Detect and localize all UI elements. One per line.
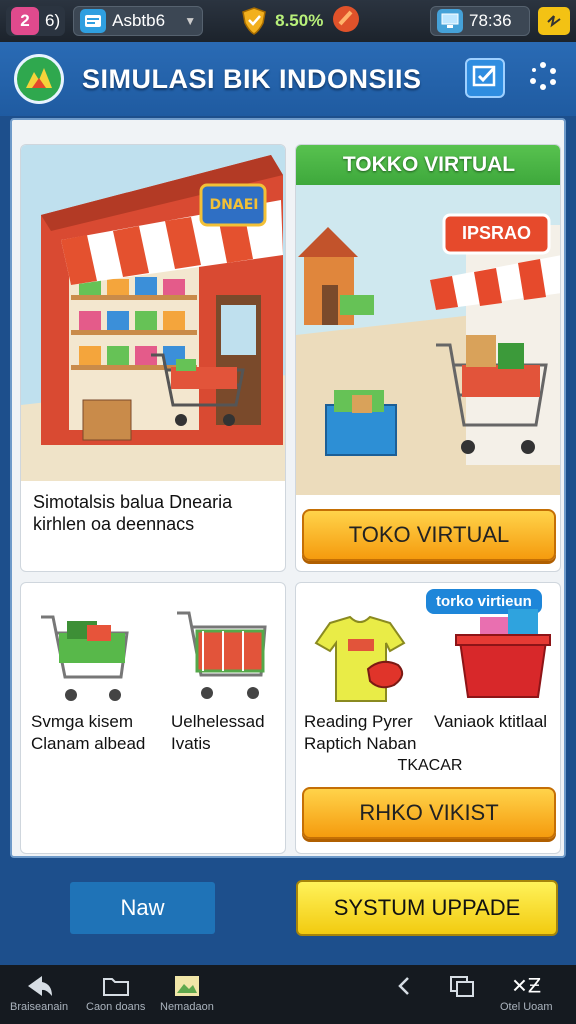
nav-item-docs[interactable]: Caon doans xyxy=(86,971,145,1013)
store-sign: DNAEI xyxy=(209,197,259,213)
account-label: Asbtb6 xyxy=(112,11,166,30)
cart-right-caption-line1: Uelhelessad xyxy=(171,712,265,731)
nav-item-media[interactable]: Nemadaon xyxy=(160,971,214,1013)
toko-virtual-button-label: TOKO VIRTUAL xyxy=(348,522,510,547)
cart-left-caption-line2: Clanam albead xyxy=(31,734,146,753)
spinner-icon xyxy=(528,61,558,96)
nav-back-button[interactable] xyxy=(386,971,422,1001)
time-chip: 78:36 xyxy=(430,6,530,36)
percent-readout: 8.50% xyxy=(275,11,324,30)
store-caption-line1: Simotalsis balua Dnearia xyxy=(33,492,233,512)
toko-title-bar: TOKKO VIRTUAL xyxy=(296,145,560,185)
store-card[interactable]: DNAEI Simotalsis balua Dnearia kirhlen o… xyxy=(20,144,286,572)
toko-title: TOKKO VIRTUAL xyxy=(342,153,516,176)
new-button[interactable]: Naw xyxy=(70,882,215,934)
card-icon xyxy=(80,9,107,33)
nav-item-docs-label: Caon doans xyxy=(86,1001,146,1013)
rhko-vikist-button-label: RHKO VIKIST xyxy=(359,800,499,825)
loading-button[interactable] xyxy=(523,58,563,98)
cart-right-illustration xyxy=(173,603,273,713)
system-update-button[interactable]: SYSTUM UPPADE xyxy=(296,880,558,936)
product-left-caption-line1: Reading Pyrer xyxy=(304,712,413,731)
nav-windows-button[interactable] xyxy=(444,971,480,1001)
carts-card[interactable]: Svmga kisem Clanam albead Uelhelessad Iv… xyxy=(20,582,286,854)
notification-sub: 6) xyxy=(45,11,61,30)
status-bar: 2 6) Asbtb6 ▼ 8.50% 78:36 xyxy=(0,0,576,42)
store-illustration: DNAEI xyxy=(21,145,285,481)
page-title: SIMULASI BIK INDONSIIS xyxy=(82,63,422,94)
battery-icon[interactable] xyxy=(538,7,570,35)
bottom-navbar: Braiseanain Caon doans Nemadaon ✕Ƶ Otel … xyxy=(0,965,576,1024)
product-center-caption-text: TKACAR xyxy=(397,757,463,774)
notification-badge: 2 xyxy=(11,7,39,35)
product-left-caption: Reading Pyrer Raptich Naban xyxy=(304,711,434,755)
product-left-caption-line2: Raptich Naban xyxy=(304,734,417,753)
app-header: SIMULASI BIK INDONSIIS xyxy=(0,42,576,116)
product-center-caption: TKACAR xyxy=(392,755,468,777)
image-icon xyxy=(169,971,205,1001)
nav-settings-label: Otel Uoam xyxy=(500,1001,553,1013)
monitor-icon xyxy=(437,9,463,33)
rhko-vikist-button[interactable]: RHKO VIKIST xyxy=(302,787,556,839)
toko-illustration: IPSRAO xyxy=(296,185,560,495)
grid-icon: ✕Ƶ xyxy=(508,971,544,1001)
system-update-button-label: SYSTUM UPPADE xyxy=(333,895,521,920)
cart-left-caption-line1: Svmga kisem xyxy=(31,712,134,731)
svg-text:✕Ƶ: ✕Ƶ xyxy=(512,975,542,998)
checklist-button[interactable] xyxy=(465,58,505,98)
clock-text: 78:36 xyxy=(469,11,512,30)
main-panel: DNAEI Simotalsis balua Dnearia kirhlen o… xyxy=(10,118,566,858)
cart-right-caption: Uelhelessad Ivatis xyxy=(171,711,285,755)
cart-right-caption-line2: Ivatis xyxy=(171,734,211,753)
app-logo xyxy=(14,54,64,104)
store-caption: Simotalsis balua Dnearia kirhlen oa deen… xyxy=(33,491,283,535)
notification-chip[interactable]: 2 6) xyxy=(6,6,66,36)
gem-icon xyxy=(331,4,361,39)
product-right-caption-line1: Vaniaok ktitlaal xyxy=(434,712,548,731)
checklist-icon xyxy=(472,64,498,93)
product-right-caption: Vaniaok ktitlaal xyxy=(434,711,562,733)
tshirt-illustration xyxy=(308,613,418,707)
basket-illustration xyxy=(446,605,558,709)
toko-sign: IPSRAO xyxy=(461,223,531,243)
nav-item-media-label: Nemadaon xyxy=(160,1001,214,1013)
store-caption-line2: kirhlen oa deennacs xyxy=(33,514,195,534)
nav-settings-button[interactable]: ✕Ƶ Otel Uoam xyxy=(500,971,553,1013)
chevron-down-icon: ▼ xyxy=(184,14,197,28)
toko-virtual-button[interactable]: TOKO VIRTUAL xyxy=(302,509,556,561)
account-dropdown[interactable]: Asbtb6 ▼ xyxy=(73,6,204,36)
folder-icon xyxy=(98,971,134,1001)
toko-virtual-card[interactable]: TOKKO VIRTUAL IPSRAO TOKO VIRTUAL xyxy=(295,144,561,572)
windows-icon xyxy=(444,971,480,1001)
cart-left-caption: Svmga kisem Clanam albead xyxy=(31,711,157,755)
shield-icon xyxy=(241,7,267,35)
new-button-label: Naw xyxy=(120,895,165,920)
cart-left-illustration xyxy=(37,603,133,713)
chevron-left-icon xyxy=(386,971,422,1001)
back-arrow-icon xyxy=(21,971,57,1001)
products-card[interactable]: torko virtieun Reading Pyrer Raptich Nab… xyxy=(295,582,561,854)
nav-item-browse-label: Braiseanain xyxy=(10,1001,69,1013)
nav-item-browse[interactable]: Braiseanain xyxy=(10,971,68,1013)
